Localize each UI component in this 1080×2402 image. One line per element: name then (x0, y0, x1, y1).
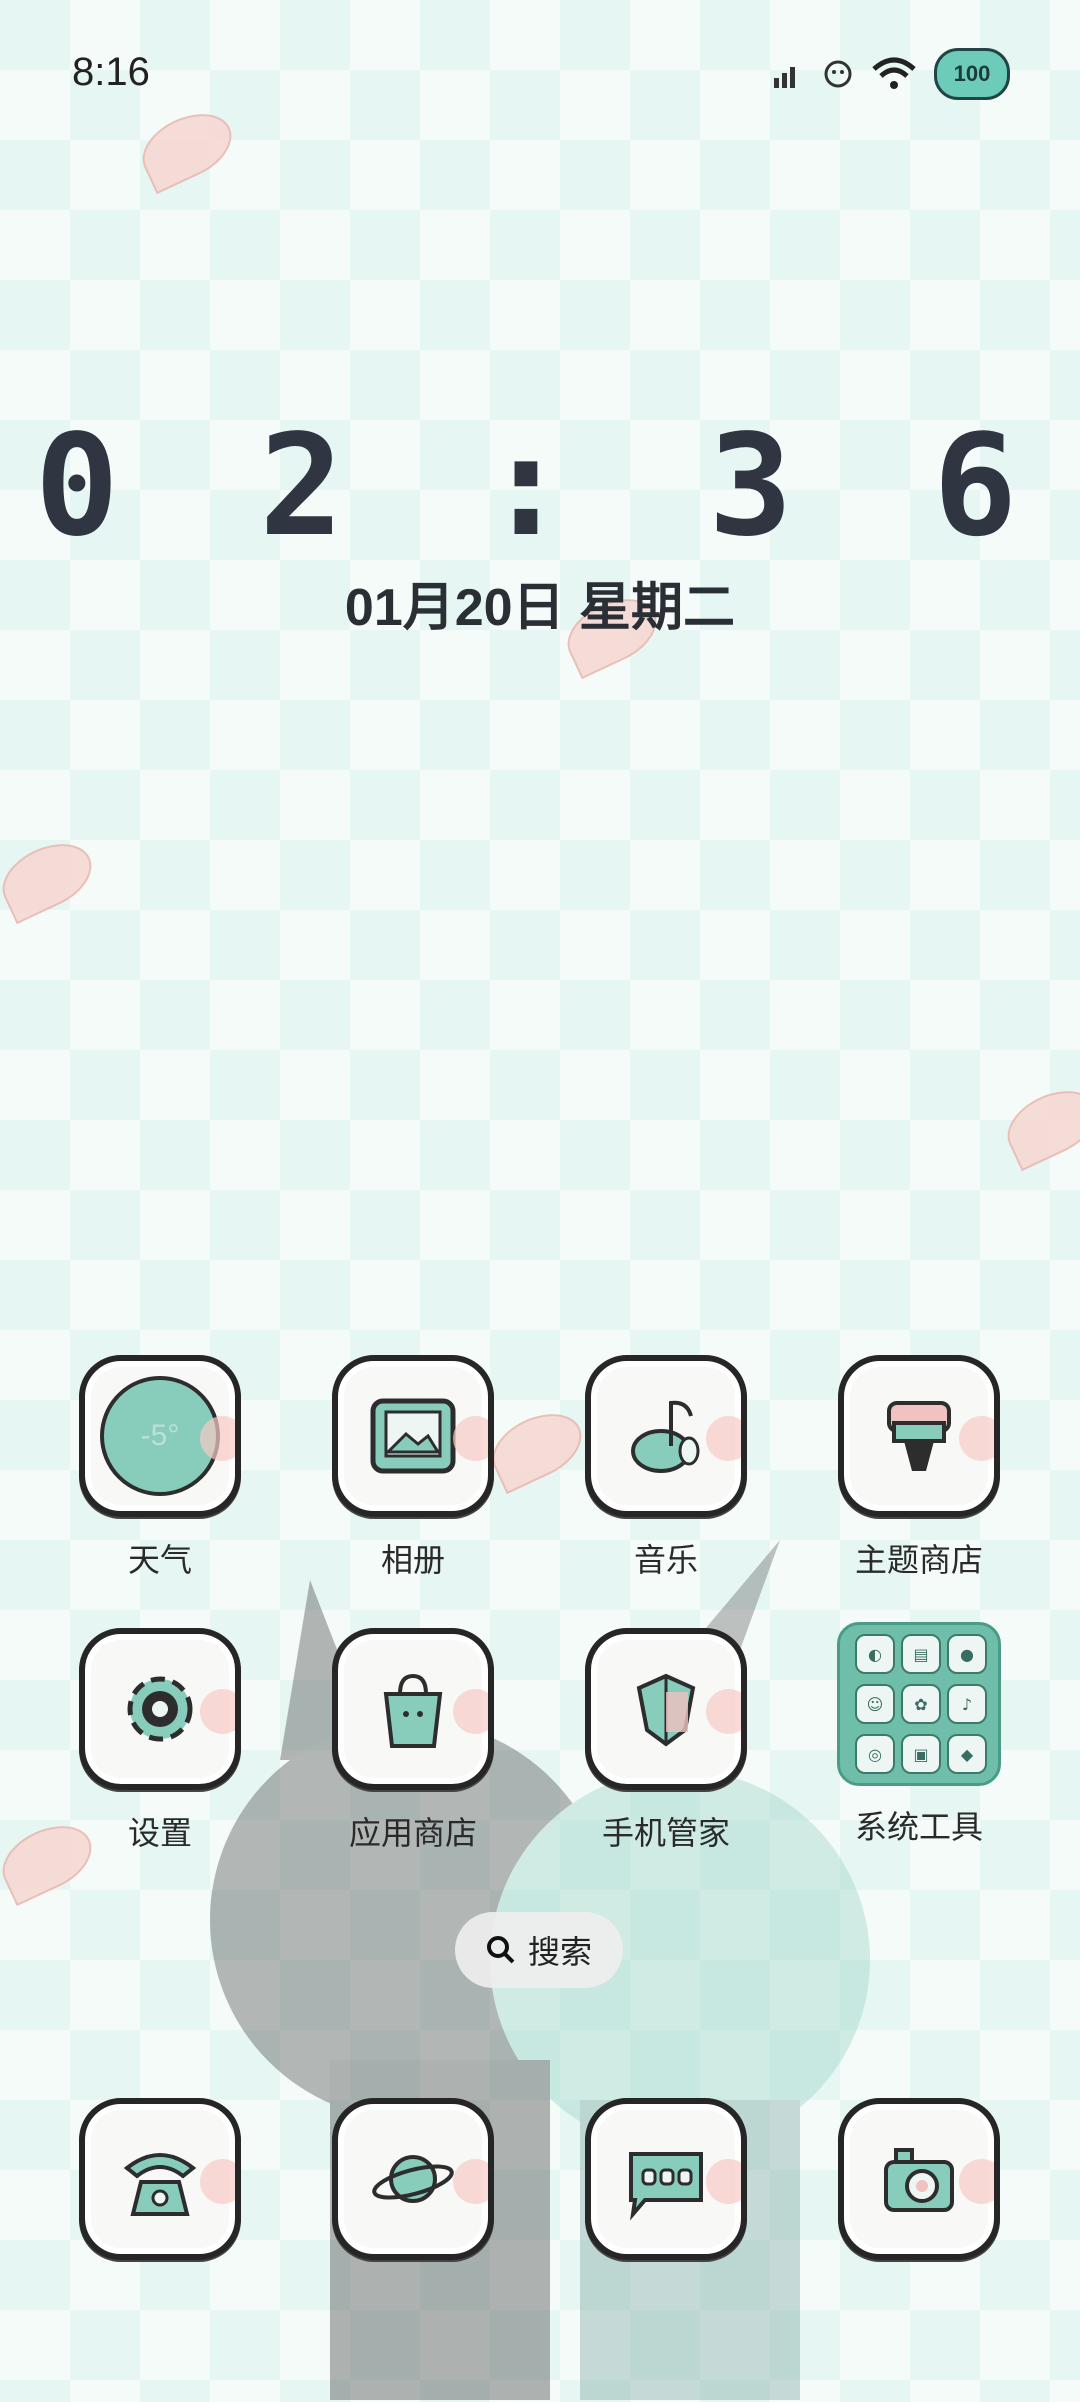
dock-phone[interactable] (60, 2098, 260, 2260)
phone-manager-icon[interactable] (585, 1628, 747, 1790)
app-store-icon[interactable] (332, 1628, 494, 1790)
phone-icon[interactable] (79, 2098, 241, 2260)
weather-icon[interactable]: -5° (79, 1355, 241, 1517)
search-button[interactable]: 搜索 (455, 1912, 623, 1988)
search-label: 搜索 (527, 1934, 592, 1970)
app-settings[interactable]: 设置 (60, 1628, 260, 1854)
dock-messages[interactable] (566, 2098, 766, 2260)
search-icon (486, 1936, 515, 1964)
app-label: 主题商店 (854, 1542, 983, 1578)
app-label: 应用商店 (348, 1815, 477, 1851)
dock-browser[interactable] (313, 2098, 513, 2260)
petal-decoration (0, 830, 103, 925)
folder-mini-app: ✿ (901, 1684, 941, 1724)
app-theme-store[interactable]: 主题商店 (819, 1355, 1019, 1581)
clock-date: 01月20日 星期二 (344, 579, 736, 637)
camera-icon[interactable] (838, 2098, 1000, 2260)
messages-icon[interactable] (585, 2098, 747, 2260)
app-label: 音乐 (633, 1542, 698, 1578)
folder-icon[interactable]: ◐ ▤ ● ☺ ✿ ♪ ◎ ▣ ◆ (837, 1622, 1001, 1786)
app-label: 手机管家 (601, 1815, 730, 1851)
app-app-store[interactable]: 应用商店 (313, 1628, 513, 1854)
browser-icon[interactable] (332, 2098, 494, 2260)
app-gallery[interactable]: 相册 (313, 1355, 513, 1581)
app-label: 系统工具 (854, 1809, 983, 1845)
app-label: 设置 (127, 1815, 192, 1851)
app-phone-manager[interactable]: 手机管家 (566, 1628, 766, 1854)
folder-mini-app: ♪ (947, 1684, 987, 1724)
petal-decoration (996, 1077, 1080, 1172)
status-time: 8:16 (72, 50, 150, 94)
folder-mini-app: ◆ (947, 1734, 987, 1774)
weather-temp: -5° (100, 1376, 220, 1496)
wifi-icon (872, 57, 916, 89)
settings-icon[interactable] (79, 1628, 241, 1790)
app-music[interactable]: 音乐 (566, 1355, 766, 1581)
app-label: 天气 (127, 1542, 192, 1578)
music-icon[interactable] (585, 1355, 747, 1517)
dock-camera[interactable] (819, 2098, 1019, 2260)
folder-mini-app: ▤ (901, 1634, 941, 1674)
status-bar: 8:16 100 (0, 0, 1080, 150)
folder-mini-app: ◎ (855, 1734, 895, 1774)
status-icons: 100 (772, 48, 1010, 100)
folder-mini-app: ▣ (901, 1734, 941, 1774)
folder-mini-app: ◐ (855, 1634, 895, 1674)
clock-time: 0 2 : 3 6 (34, 405, 1046, 568)
app-weather[interactable]: -5° 天气 (60, 1355, 260, 1581)
signal-icon (774, 67, 795, 88)
app-label: 相册 (380, 1542, 445, 1578)
folder-mini-app: ☺ (855, 1684, 895, 1724)
app-folder-system-tools[interactable]: ◐ ▤ ● ☺ ✿ ♪ ◎ ▣ ◆ 系统工具 (819, 1622, 1019, 1848)
gallery-icon[interactable] (332, 1355, 494, 1517)
face-icon (824, 60, 852, 88)
theme-store-icon[interactable] (838, 1355, 1000, 1517)
folder-mini-app: ● (947, 1634, 987, 1674)
battery-icon: 100 (934, 48, 1010, 100)
